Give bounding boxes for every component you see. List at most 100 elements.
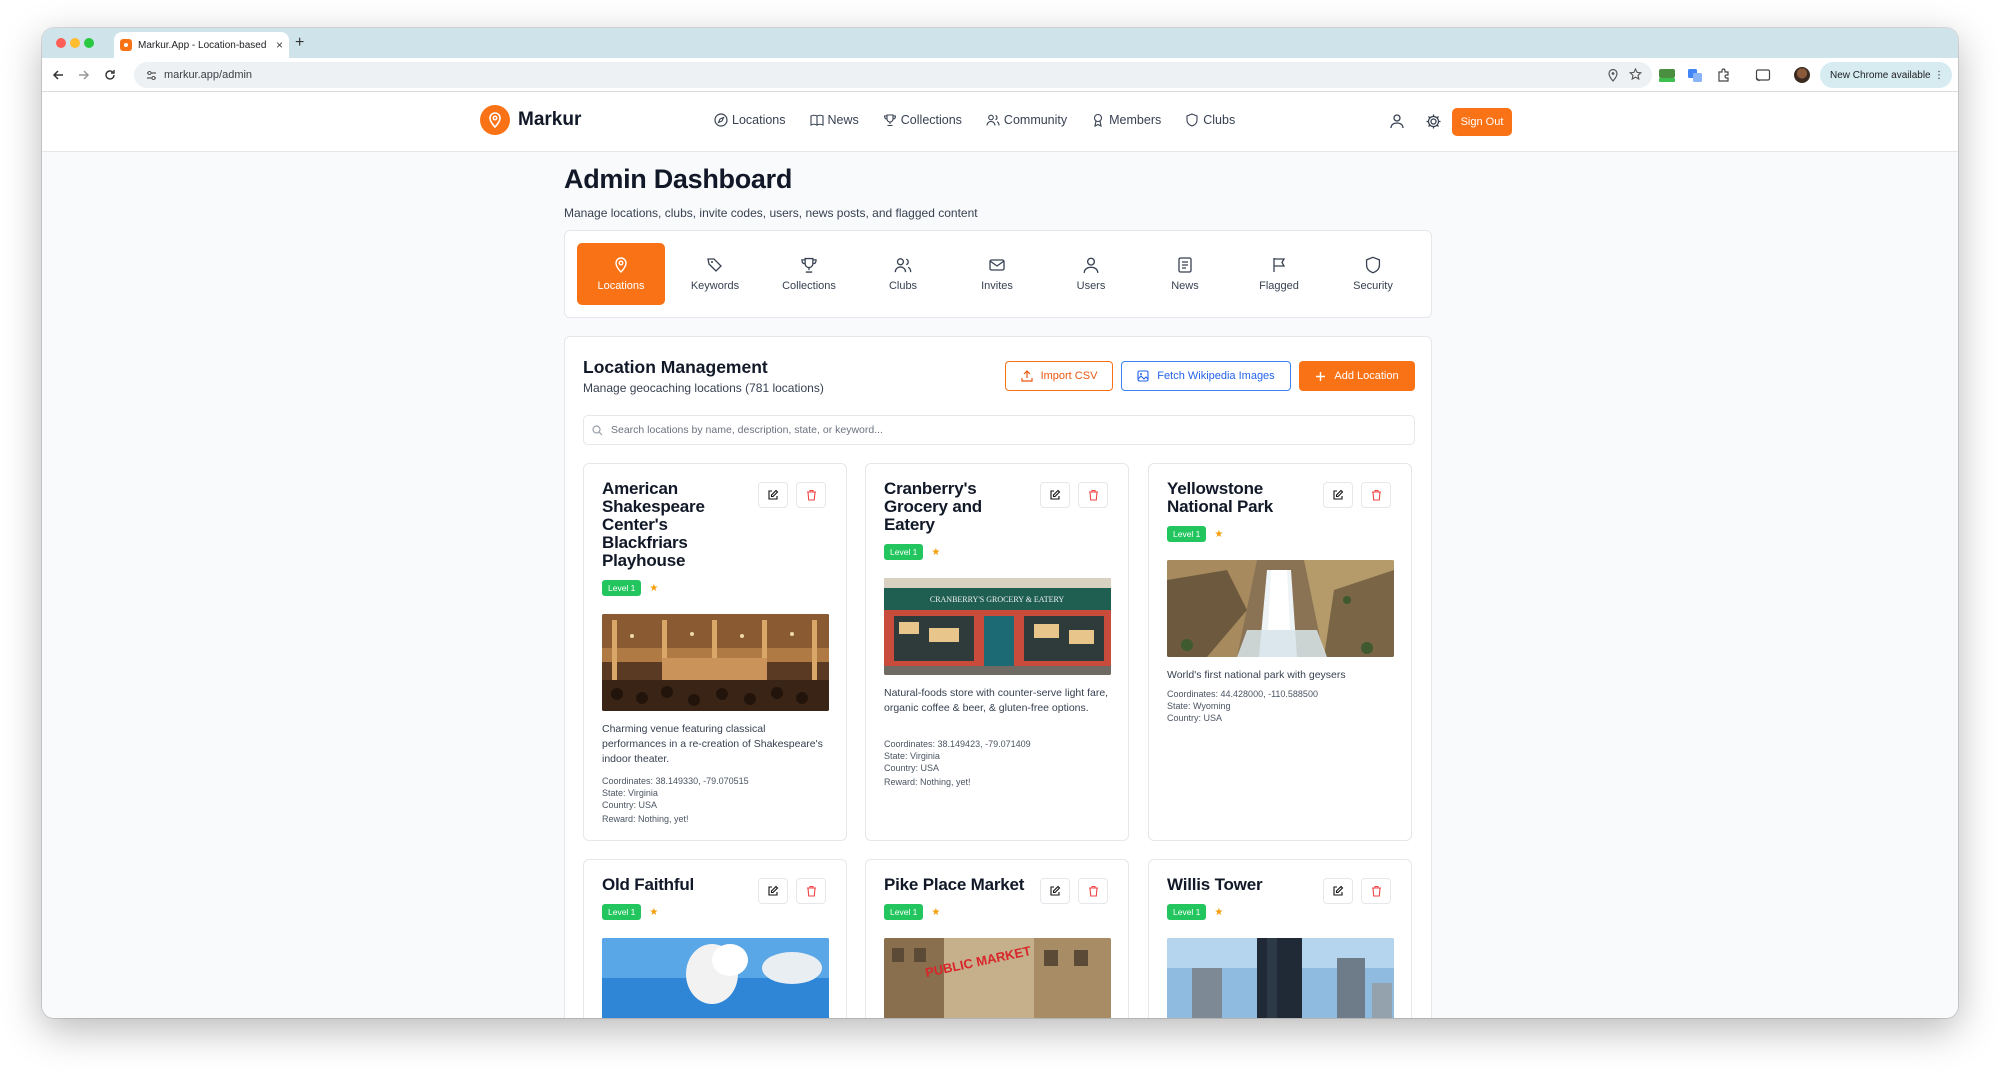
more-menu-icon[interactable]: ⋮ bbox=[1934, 70, 1944, 81]
star-icon: ★ bbox=[649, 582, 659, 594]
level-row: Level 1 ★ bbox=[1167, 904, 1223, 920]
users-icon bbox=[986, 114, 1000, 126]
address-bar[interactable]: markur.app/admin bbox=[134, 62, 1652, 88]
location-image bbox=[602, 938, 829, 1018]
trophy-icon bbox=[801, 257, 817, 273]
tab-label: News bbox=[1171, 280, 1199, 292]
nav-label: News bbox=[827, 113, 859, 127]
location-coordinates: Coordinates: 38.149423, -79.071409 bbox=[884, 739, 1031, 749]
extensions-puzzle-icon[interactable] bbox=[1714, 66, 1732, 84]
page-subtitle: Manage locations, clubs, invite codes, u… bbox=[564, 206, 978, 220]
newspaper-icon bbox=[1178, 257, 1192, 273]
tab-clubs[interactable]: Clubs bbox=[859, 243, 947, 305]
edit-location-button[interactable] bbox=[758, 878, 788, 904]
nav-news[interactable]: News bbox=[809, 113, 859, 127]
tab-invites[interactable]: Invites bbox=[953, 243, 1041, 305]
edit-icon bbox=[1050, 885, 1061, 896]
section-title: Location Management bbox=[583, 357, 768, 377]
nav-community[interactable]: Community bbox=[986, 113, 1067, 127]
translate-icon[interactable] bbox=[1686, 66, 1704, 84]
delete-location-button[interactable] bbox=[1361, 482, 1391, 508]
button-label: Fetch Wikipedia Images bbox=[1157, 370, 1275, 382]
delete-location-button[interactable] bbox=[1078, 878, 1108, 904]
edit-location-button[interactable] bbox=[1040, 878, 1070, 904]
location-name: Old Faithful bbox=[602, 875, 695, 894]
trophy-icon bbox=[883, 114, 896, 127]
location-name: Pike Place Market bbox=[884, 875, 1025, 894]
sign-out-button[interactable]: Sign Out bbox=[1452, 108, 1512, 136]
location-card: Willis Tower Level 1 ★ bbox=[1148, 859, 1412, 1018]
nav-label: Collections bbox=[900, 113, 962, 127]
bookmark-star-icon[interactable] bbox=[1628, 67, 1643, 85]
close-window-icon[interactable] bbox=[56, 38, 66, 48]
tab-news[interactable]: News bbox=[1141, 243, 1229, 305]
nav-members[interactable]: Members bbox=[1091, 113, 1161, 127]
delete-location-button[interactable] bbox=[796, 482, 826, 508]
tab-locations[interactable]: Locations bbox=[577, 243, 665, 305]
tab-close-icon[interactable]: × bbox=[276, 38, 283, 52]
nav-collections[interactable]: Collections bbox=[883, 113, 962, 127]
brand-logo[interactable]: Markur bbox=[480, 105, 581, 135]
tab-flagged[interactable]: Flagged bbox=[1235, 243, 1323, 305]
browser-tab-strip: Markur.App - Location-based × + bbox=[42, 28, 1958, 58]
admin-tabs: Locations Keywords Collections Clubs Inv… bbox=[564, 230, 1432, 318]
chrome-update-button[interactable]: New Chrome available ⋮ bbox=[1820, 62, 1952, 88]
storefront-sign: CRANBERRY'S GROCERY & EATERY bbox=[930, 595, 1065, 604]
trash-icon bbox=[1371, 885, 1381, 897]
add-location-button[interactable]: Add Location bbox=[1299, 361, 1415, 391]
location-reward: Reward: Nothing, yet! bbox=[884, 777, 971, 787]
site-settings-icon[interactable] bbox=[144, 68, 158, 82]
location-search-input[interactable]: Search locations by name, description, s… bbox=[583, 415, 1415, 445]
location-icon[interactable] bbox=[1607, 68, 1619, 85]
edit-icon bbox=[768, 489, 779, 500]
delete-location-button[interactable] bbox=[1078, 482, 1108, 508]
location-card: Old Faithful Level 1 ★ bbox=[583, 859, 847, 1018]
minimize-window-icon[interactable] bbox=[70, 38, 80, 48]
update-label: New Chrome available bbox=[1830, 69, 1931, 81]
browser-tab[interactable]: Markur.App - Location-based × bbox=[114, 32, 289, 58]
tab-label: Security bbox=[1353, 280, 1393, 292]
import-csv-button[interactable]: Import CSV bbox=[1005, 361, 1113, 391]
user-profile-icon[interactable] bbox=[1388, 112, 1406, 130]
tab-collections[interactable]: Collections bbox=[765, 243, 853, 305]
zoom-window-icon[interactable] bbox=[84, 38, 94, 48]
tab-title: Markur.App - Location-based bbox=[138, 39, 267, 51]
tab-users[interactable]: Users bbox=[1047, 243, 1135, 305]
edit-location-button[interactable] bbox=[1323, 482, 1353, 508]
location-state: State: Virginia bbox=[602, 788, 658, 798]
upload-icon bbox=[1020, 370, 1033, 382]
trash-icon bbox=[1088, 489, 1098, 501]
nav-clubs[interactable]: Clubs bbox=[1185, 113, 1235, 127]
edit-location-button[interactable] bbox=[758, 482, 788, 508]
section-subtitle: Manage geocaching locations (781 locatio… bbox=[583, 381, 824, 395]
settings-gear-icon[interactable] bbox=[1424, 112, 1442, 130]
cast-icon[interactable] bbox=[1754, 66, 1772, 84]
location-name: American Shakespeare Center's Blackfriar… bbox=[602, 479, 705, 570]
level-badge: Level 1 bbox=[602, 904, 642, 920]
plus-icon bbox=[1316, 371, 1326, 381]
reload-icon[interactable] bbox=[102, 67, 118, 83]
tab-label: Locations bbox=[597, 280, 645, 292]
delete-location-button[interactable] bbox=[796, 878, 826, 904]
tab-label: Keywords bbox=[690, 280, 740, 292]
back-icon[interactable] bbox=[50, 67, 66, 83]
fetch-wikipedia-images-button[interactable]: Fetch Wikipedia Images bbox=[1121, 361, 1291, 391]
tab-keywords[interactable]: Keywords bbox=[671, 243, 759, 305]
tab-security[interactable]: Security bbox=[1329, 243, 1417, 305]
level-row: Level 1 ★ bbox=[1167, 526, 1223, 542]
level-badge: Level 1 bbox=[1167, 526, 1207, 542]
forward-icon[interactable] bbox=[76, 67, 92, 83]
new-tab-icon[interactable]: + bbox=[295, 34, 304, 52]
edit-location-button[interactable] bbox=[1040, 482, 1070, 508]
user-icon bbox=[1083, 257, 1099, 273]
location-name: Yellowstone National Park bbox=[1167, 479, 1274, 516]
extension-badge-icon[interactable] bbox=[1658, 66, 1676, 84]
profile-avatar[interactable] bbox=[1794, 67, 1810, 83]
level-row: Level 1 ★ bbox=[602, 580, 658, 596]
location-description: World's first national park with geysers bbox=[1167, 669, 1346, 681]
location-name: Cranberry's Grocery and Eatery bbox=[884, 479, 982, 534]
location-coordinates: Coordinates: 38.149330, -79.070515 bbox=[602, 776, 749, 786]
edit-location-button[interactable] bbox=[1323, 878, 1353, 904]
delete-location-button[interactable] bbox=[1361, 878, 1391, 904]
nav-locations[interactable]: Locations bbox=[714, 113, 786, 127]
